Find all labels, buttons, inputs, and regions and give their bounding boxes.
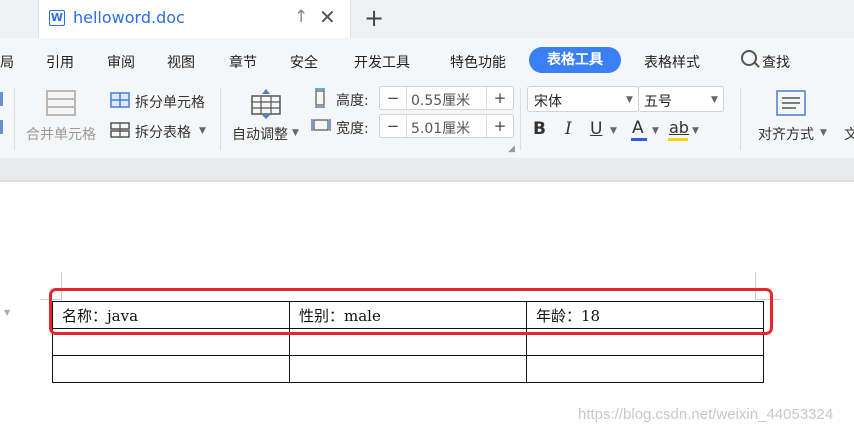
chevron-down-icon: ▼	[292, 128, 299, 138]
clipped-icon	[0, 120, 3, 134]
split-table-icon	[110, 122, 130, 138]
height-label: 高度:	[336, 93, 369, 109]
watermark: https://blog.csdn.net/weixin_44053324	[578, 406, 834, 423]
minus-icon[interactable]: −	[382, 87, 404, 109]
font-color-label: A	[632, 118, 644, 138]
font-size-select[interactable]: 五号 ▼	[638, 86, 724, 112]
menu-item-review[interactable]: 审阅	[107, 52, 135, 72]
split-table-label: 拆分表格	[135, 125, 191, 141]
menu-item-chapter[interactable]: 章节	[229, 52, 257, 72]
ribbon-toolbar: 合并单元格 拆分单元格 拆分表格 ▼ 自动调整 ▼ 高度: − 0.55厘米 +…	[0, 82, 854, 158]
font-color-button[interactable]: A ▼	[630, 118, 662, 142]
document-tab[interactable]: W helloword.doc ↑ ✕	[38, 0, 351, 38]
row-height-icon	[315, 88, 325, 108]
merge-cells-icon	[46, 90, 76, 116]
menu-item-table-tools[interactable]: 表格工具	[529, 47, 621, 73]
new-tab-plus-icon[interactable]: +	[364, 4, 384, 32]
group-separator	[220, 88, 221, 150]
expand-dialog-icon[interactable]: ◢	[508, 144, 515, 154]
highlight-swatch	[668, 138, 688, 141]
group-separator	[740, 88, 741, 150]
auto-adjust-button[interactable]: 自动调整 ▼	[230, 86, 302, 148]
menu-item-view[interactable]: 视图	[167, 52, 195, 72]
menu-item-table-style[interactable]: 表格样式	[644, 52, 700, 72]
clipped-icon	[0, 92, 3, 106]
split-cells-label: 拆分单元格	[135, 95, 205, 111]
menu-bar: 局 引用 审阅 视图 章节 安全 开发工具 特色功能 表格工具 表格样式 查找	[0, 38, 854, 82]
menu-item-developer-tools[interactable]: 开发工具	[354, 52, 410, 72]
alignment-label: 对齐方式	[758, 127, 814, 143]
table-cell[interactable]	[52, 355, 290, 383]
chevron-down-icon: ▼	[626, 95, 633, 105]
minus-icon[interactable]: −	[382, 115, 404, 137]
split-cells-icon	[110, 92, 130, 108]
column-width-stepper[interactable]: − 5.01厘米 +	[379, 114, 514, 138]
highlight-button[interactable]: ab ▼	[668, 118, 702, 142]
alignment-button[interactable]: 对齐方式 ▼	[756, 88, 832, 148]
chevron-down-icon[interactable]: ▼	[610, 126, 617, 136]
chevron-down-icon: ▼	[652, 126, 659, 136]
menu-item-references[interactable]: 引用	[46, 52, 74, 72]
tab-bar: W helloword.doc ↑ ✕ +	[0, 0, 854, 38]
document-top-margin	[0, 158, 854, 182]
close-icon[interactable]: ✕	[319, 5, 336, 29]
table-row	[52, 355, 764, 383]
word-doc-icon: W	[49, 10, 65, 26]
auto-adjust-icon	[251, 89, 281, 119]
font-name-select[interactable]: 宋体 ▼	[527, 86, 639, 112]
document-tab-title: helloword.doc	[73, 8, 185, 27]
plus-icon[interactable]: +	[489, 87, 511, 109]
font-color-swatch	[631, 138, 647, 141]
split-table-button[interactable]: 拆分表格 ▼	[110, 120, 214, 142]
bold-button[interactable]: B	[533, 119, 546, 139]
row-marker-icon[interactable]: ▼	[4, 308, 10, 317]
font-size-value: 五号	[644, 94, 672, 110]
arrow-up-icon[interactable]: ↑	[294, 7, 308, 27]
width-value[interactable]: 5.01厘米	[411, 118, 470, 138]
underline-button[interactable]: U	[590, 119, 602, 139]
chevron-down-icon: ▼	[199, 126, 206, 136]
height-value[interactable]: 0.55厘米	[411, 90, 470, 110]
chevron-down-icon: ▼	[692, 126, 699, 136]
row-height-stepper[interactable]: − 0.55厘米 +	[379, 86, 514, 110]
highlight-label: ab	[669, 118, 689, 137]
table-cell[interactable]	[289, 355, 527, 383]
column-width-icon	[311, 119, 331, 131]
menu-item-layout[interactable]: 局	[0, 52, 14, 72]
red-highlight-annotation	[49, 288, 773, 335]
auto-adjust-label: 自动调整	[232, 127, 288, 143]
chevron-down-icon: ▼	[711, 95, 718, 105]
table-cell[interactable]	[526, 355, 764, 383]
plus-icon[interactable]: +	[489, 115, 511, 137]
menu-item-special-features[interactable]: 特色功能	[450, 52, 506, 72]
group-separator	[14, 88, 15, 150]
italic-button[interactable]: I	[565, 119, 572, 139]
width-label: 宽度:	[336, 121, 369, 137]
font-name-value: 宋体	[534, 94, 562, 110]
merge-cells-button[interactable]: 合并单元格	[26, 88, 102, 148]
merge-cells-label: 合并单元格	[26, 127, 96, 143]
menu-item-find[interactable]: 查找	[762, 52, 790, 72]
group-separator	[520, 88, 521, 150]
page-shadow	[0, 180, 854, 182]
chevron-down-icon: ▼	[820, 128, 827, 138]
menu-item-security[interactable]: 安全	[290, 52, 318, 72]
alignment-icon	[776, 90, 806, 116]
split-cells-button[interactable]: 拆分单元格	[110, 90, 214, 112]
search-icon[interactable]	[741, 50, 757, 66]
text-direction-label[interactable]: 文	[844, 124, 854, 144]
